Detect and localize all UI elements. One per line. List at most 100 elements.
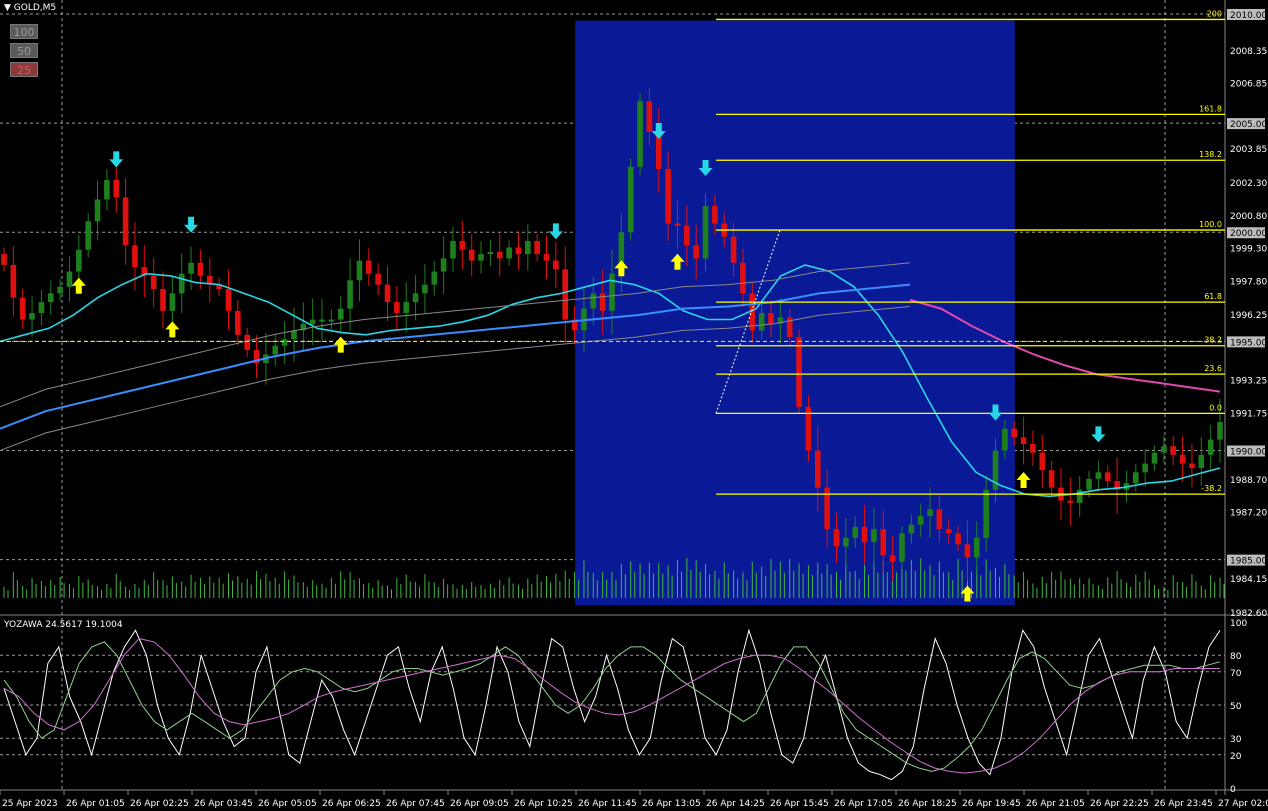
candle-body	[431, 271, 438, 285]
symbol-title-text: GOLD,M5	[13, 3, 57, 13]
time-tick-label: 26 Apr 02:25	[130, 799, 189, 809]
candle-body	[702, 206, 709, 259]
candle-body	[917, 515, 924, 525]
price-tick-label: 1985.00	[1230, 557, 1267, 567]
candle-body	[983, 489, 989, 538]
arrow-down-icon	[548, 223, 563, 240]
fib-label: 200	[1207, 9, 1222, 18]
candle-body	[272, 345, 279, 355]
candle-body	[1207, 439, 1214, 455]
candle-body	[225, 288, 232, 311]
candle-body	[973, 537, 980, 558]
fib-label: 161.8	[1199, 104, 1222, 113]
price-tick-label: 2002.30	[1230, 179, 1267, 189]
candle-body	[1179, 454, 1186, 464]
price-tick-label: 1993.25	[1230, 377, 1267, 387]
candle-body	[936, 509, 943, 530]
time-tick-label: 25 Apr 2023	[2, 799, 58, 809]
candle-body	[113, 179, 120, 198]
fib-label: 23.6	[1204, 364, 1222, 373]
fib-label: -38.2	[1201, 484, 1222, 493]
candle-body	[534, 240, 540, 255]
time-tick-label: 26 Apr 03:45	[194, 799, 253, 809]
candle-body	[188, 262, 194, 274]
price-tick-label: 1999.30	[1230, 245, 1267, 255]
arrow-down-icon	[184, 216, 199, 233]
candle-body	[38, 302, 45, 313]
candle-body	[235, 310, 241, 335]
candle-body	[1, 254, 7, 265]
candle-body	[365, 260, 372, 274]
price-tick-label: 1984.15	[1230, 575, 1267, 585]
candle-body	[281, 339, 288, 346]
fib-label: 0.0	[1209, 403, 1222, 412]
candle-body	[1067, 500, 1074, 503]
candle-body	[10, 264, 17, 298]
candle-body	[394, 302, 400, 313]
candle-body	[19, 297, 26, 320]
candle-body	[347, 280, 353, 309]
candle-body	[955, 533, 961, 545]
candle-body	[384, 284, 391, 303]
chart-canvas: 200161.8138.2100.061.838.223.60.0-38.2 2…	[0, 0, 1268, 809]
candle-body	[328, 319, 335, 322]
price-tick-label: 2000.80	[1230, 212, 1267, 222]
candle-body	[1151, 452, 1158, 464]
candle-body	[403, 302, 410, 313]
arrow-up-icon	[1016, 471, 1031, 488]
candle-body	[730, 236, 737, 263]
candle-body	[178, 273, 185, 294]
candle-body	[665, 168, 671, 224]
symbol-title[interactable]: ▼ GOLD,M5	[4, 3, 56, 13]
candle-body	[693, 245, 699, 259]
candle-body	[843, 537, 849, 547]
time-tick-label: 26 Apr 15:45	[770, 799, 829, 809]
candle-body	[861, 526, 868, 543]
time-tick-label: 27 Apr 02:05	[1218, 799, 1268, 809]
candle-body	[758, 313, 765, 331]
price-tick-label: 2008.35	[1230, 47, 1267, 57]
candle-body	[553, 260, 559, 270]
candle-body	[889, 555, 896, 562]
candle-body	[1189, 463, 1195, 468]
time-tick-label: 26 Apr 21:05	[1026, 799, 1085, 809]
candle-body	[440, 258, 447, 272]
candle-body	[459, 240, 466, 250]
button-100[interactable]: 100	[10, 24, 38, 39]
candle-body	[319, 319, 325, 322]
candle-body	[796, 337, 802, 407]
candle-body	[1086, 478, 1092, 490]
candle-body	[562, 269, 569, 320]
candle-body	[1076, 489, 1083, 503]
time-axis: 25 Apr 2023 26 Apr 01:05 26 Apr 02:25 26 Ap…	[0, 790, 1268, 809]
fib-label: 100.0	[1199, 220, 1222, 229]
button-25[interactable]: 25	[10, 62, 38, 77]
candle-body	[291, 330, 297, 340]
candle-body	[1002, 428, 1008, 451]
arrow-up-icon	[165, 321, 180, 338]
indicator-tick-label: 0	[1230, 785, 1236, 795]
indicator-tick-label: 80	[1230, 652, 1242, 662]
candle-body	[1104, 472, 1111, 482]
candle-body	[47, 293, 54, 303]
candle-body	[768, 313, 774, 324]
price-tick-label: 1996.25	[1230, 311, 1267, 321]
indicator-tick-label: 70	[1230, 669, 1242, 679]
candle-body	[104, 179, 110, 200]
candle-body	[478, 254, 484, 261]
candle-body	[169, 293, 176, 311]
candle-body	[1011, 428, 1018, 438]
candle-body	[132, 245, 138, 268]
candle-body	[85, 221, 91, 250]
candle-body	[833, 529, 840, 547]
price-tick-label: 2010.00	[1230, 11, 1267, 21]
candle-body	[945, 529, 952, 534]
arrow-up-icon	[71, 277, 86, 294]
candle-body	[496, 251, 503, 259]
button-50[interactable]: 50	[10, 43, 38, 58]
candle-body	[627, 166, 634, 233]
indicator-tick-label: 100	[1230, 619, 1247, 629]
price-tick-label: 2005.00	[1230, 120, 1267, 130]
candle-body	[740, 262, 746, 294]
candle-body	[899, 533, 905, 562]
